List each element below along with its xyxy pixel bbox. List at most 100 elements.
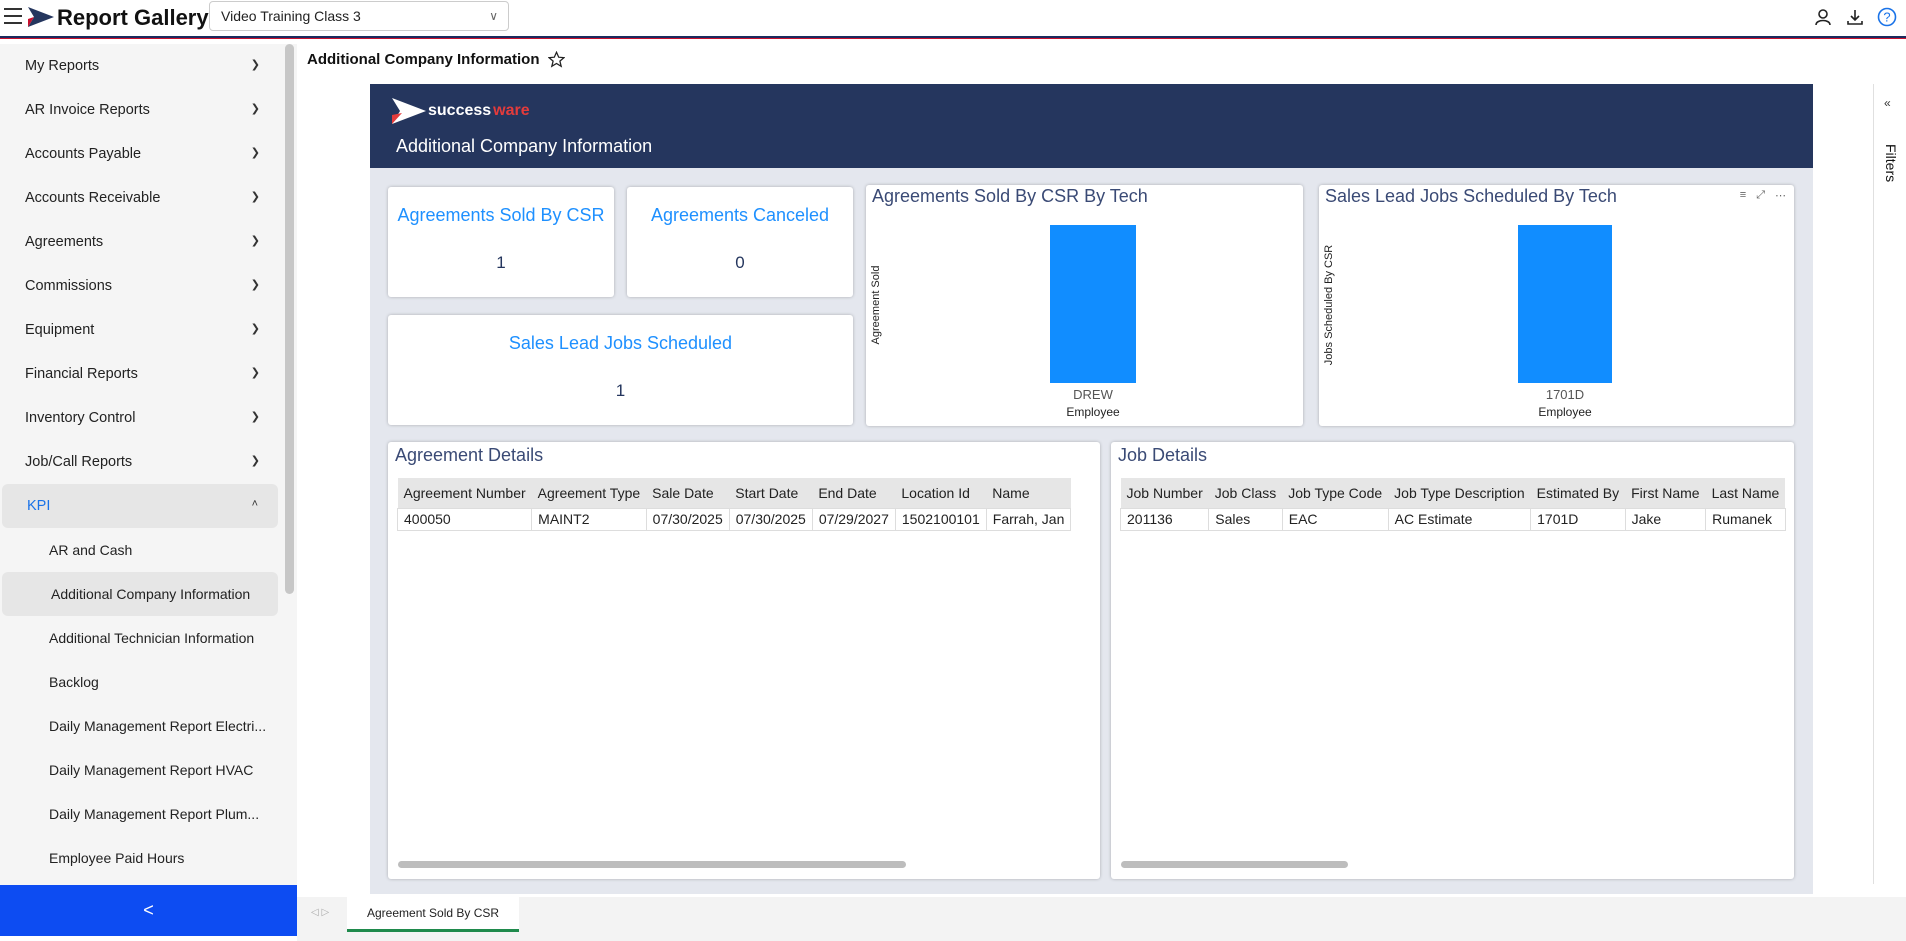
svg-text:?: ?	[1883, 10, 1890, 25]
sidebar-subitem-label: Backlog	[49, 674, 99, 690]
top-icon-group: ?	[1812, 6, 1898, 28]
sidebar-subitem-additional-technician-information[interactable]: Additional Technician Information	[0, 616, 280, 660]
collapse-sidebar-button[interactable]: <	[0, 885, 297, 936]
kpi-value: 1	[615, 381, 626, 400]
expand-filters-icon[interactable]: «	[1884, 96, 1891, 110]
kpi-value: 1	[496, 253, 506, 272]
sidebar-subitem-label: Daily Management Report Plum...	[49, 806, 260, 822]
column-header[interactable]: Estimated By	[1530, 478, 1626, 508]
x-axis-label: Employee	[1538, 405, 1592, 419]
column-header[interactable]: Name	[986, 478, 1071, 508]
star-favorite-icon[interactable]	[547, 51, 565, 68]
page-nav-arrows-icon[interactable]: ◁ ▷	[311, 907, 329, 918]
table-cell: 400050	[396, 507, 533, 531]
chevron-down-icon: ∨	[489, 9, 498, 23]
tab-agreement-sold-by-csr[interactable]: Agreement Sold By CSR	[347, 897, 520, 932]
report-subtitle: Additional Company Information	[396, 136, 653, 156]
y-axis-label: Jobs Scheduled By CSR	[1323, 245, 1335, 366]
sidebar-item-label: Job/Call Reports	[25, 454, 133, 470]
sidebar-subitem-daily-mgmt-hvac[interactable]: Daily Management Report HVAC	[0, 748, 280, 792]
sidebar-item-job-call-reports[interactable]: Job/Call Reports ❯	[0, 440, 280, 484]
sidebar-item-agreements[interactable]: Agreements ❯	[0, 220, 280, 264]
sidebar-item-financial-reports[interactable]: Financial Reports ❯	[0, 352, 280, 396]
column-header[interactable]: Last Name	[1705, 478, 1786, 508]
main-content: Additional Company Information success wa…	[297, 44, 1906, 941]
chart-bar[interactable]	[1518, 225, 1612, 383]
table-cell: Sales	[1208, 507, 1283, 531]
sidebar-item-label: Commissions	[25, 278, 113, 294]
table-cell: Rumanek	[1705, 507, 1786, 531]
sidebar-subitem-daily-mgmt-plumbing[interactable]: Daily Management Report Plum...	[0, 792, 280, 836]
sidebar-subitem-daily-mgmt-electrical[interactable]: Daily Management Report Electri...	[0, 704, 280, 748]
column-header[interactable]: Job Number	[1120, 478, 1209, 508]
column-header[interactable]: Job Class	[1208, 478, 1283, 508]
horizontal-scrollbar[interactable]	[398, 861, 906, 868]
table-header-row: Agreement Number Agreement Type Sale Date S…	[397, 478, 1071, 508]
sidebar-subitem-backlog[interactable]: Backlog	[0, 660, 280, 704]
filters-pane[interactable]: « Filters	[1873, 84, 1906, 884]
table-body: 400050 MAINT2 07/30/2025 07/30/2025 07/29/20…	[396, 507, 1072, 531]
kpi-card-sales-lead-jobs-scheduled[interactable]: Sales Lead Jobs Scheduled 1	[388, 315, 853, 425]
chevron-down-icon: ❯	[250, 455, 260, 467]
download-icon[interactable]	[1844, 6, 1866, 28]
kpi-card-agreements-canceled[interactable]: Agreements Canceled 0	[627, 187, 853, 297]
sidebar-subitem-employee-paid-hours[interactable]: Employee Paid Hours	[0, 836, 280, 880]
chart-card-agreements-sold-by-tech[interactable]: Agreements Sold By CSR By Tech DREW Emplo…	[866, 185, 1303, 426]
page-title-text: Additional Company Information	[307, 51, 540, 68]
job-details-table: Job Number Job Class Job Type Code Job Type…	[1119, 478, 1786, 531]
chevron-down-icon: ❯	[250, 191, 260, 203]
column-header[interactable]: Agreement Type	[531, 478, 647, 508]
sidebar-item-equipment[interactable]: Equipment ❯	[0, 308, 280, 352]
y-axis-label: Agreement Sold	[870, 266, 882, 345]
chevron-down-icon: ❯	[250, 147, 260, 159]
header-stripe-navy	[0, 36, 1906, 38]
sidebar-subitem-additional-company-information[interactable]: Additional Company Information	[2, 572, 278, 616]
sidebar-item-accounts-payable[interactable]: Accounts Payable ❯	[0, 132, 280, 176]
sidebar-subitem-label: Daily Management Report HVAC	[49, 762, 254, 778]
table-cell: 07/30/2025	[728, 507, 813, 531]
column-header[interactable]: End Date	[812, 478, 896, 508]
column-header[interactable]: Agreement Number	[397, 478, 532, 508]
user-icon[interactable]	[1812, 6, 1834, 28]
x-axis-label: Employee	[1066, 405, 1120, 419]
column-header[interactable]: Job Type Code	[1282, 478, 1389, 508]
sidebar-item-my-reports[interactable]: My Reports ❯	[0, 44, 280, 88]
help-icon[interactable]: ?	[1876, 6, 1898, 28]
sidebar-item-inventory-control[interactable]: Inventory Control ❯	[0, 396, 280, 440]
column-header[interactable]: Sale Date	[646, 478, 730, 508]
sidebar-item-label: Agreements	[25, 234, 104, 250]
sidebar-subitem-ar-and-cash[interactable]: AR and Cash	[0, 528, 280, 572]
table-row[interactable]: 201136 Sales EAC AC Estimate 1701D Jake Rumane…	[1119, 507, 1786, 531]
app-root: Report Gallery Video Training Class 3 ∨ …	[0, 0, 1906, 941]
sidebar-scrollbar[interactable]	[285, 44, 294, 594]
sidebar-item-accounts-receivable[interactable]: Accounts Receivable ❯	[0, 176, 280, 220]
chart-bar[interactable]	[1050, 225, 1136, 383]
sidebar: My Reports ❯ AR Invoice Reports ❯ Accounts…	[0, 44, 297, 885]
sidebar-item-ar-invoice-reports[interactable]: AR Invoice Reports ❯	[0, 88, 280, 132]
chart-card-sales-lead-by-tech[interactable]: Sales Lead Jobs Scheduled By Tech ≡ ⤢ ⋯ …	[1319, 185, 1794, 426]
column-header[interactable]: Job Type Description	[1388, 478, 1531, 508]
sidebar-item-label: Inventory Control	[25, 410, 136, 426]
workspace-dropdown[interactable]: Video Training Class 3 ∨	[209, 1, 509, 31]
column-header[interactable]: First Name	[1625, 478, 1706, 508]
brand-logo-icon	[28, 7, 54, 27]
column-header[interactable]: Location Id	[895, 478, 987, 508]
sidebar-subitem-label: Employee Paid Hours	[49, 850, 185, 866]
page-title: Additional Company Information	[307, 51, 565, 68]
hamburger-menu-icon[interactable]	[4, 8, 22, 24]
chevron-up-icon: ˄	[251, 498, 258, 510]
logo-text-ware: ware	[493, 102, 530, 119]
table-body: 201136 Sales EAC AC Estimate 1701D Jake Rumane…	[1119, 507, 1786, 531]
tab-label: Agreement Sold By CSR	[367, 906, 500, 920]
table-row[interactable]: 400050 MAINT2 07/30/2025 07/30/2025 07/29/20…	[396, 507, 1072, 531]
sidebar-subitem-label: AR and Cash	[49, 542, 133, 558]
horizontal-scrollbar[interactable]	[1121, 861, 1348, 868]
sidebar-item-kpi[interactable]: KPI ˄	[2, 484, 278, 528]
column-header[interactable]: Start Date	[729, 478, 813, 508]
page-tabs-bar: ◁ ▷ Agreement Sold By CSR	[297, 897, 1906, 941]
table-cell: 07/29/2027	[811, 507, 896, 531]
sidebar-item-commissions[interactable]: Commissions ❯	[0, 264, 280, 308]
table-cell: AC Estimate	[1387, 507, 1532, 531]
kpi-card-agreements-sold-by-csr[interactable]: Agreements Sold By CSR 1	[388, 187, 614, 297]
table-cell: 1502100101	[894, 507, 987, 531]
